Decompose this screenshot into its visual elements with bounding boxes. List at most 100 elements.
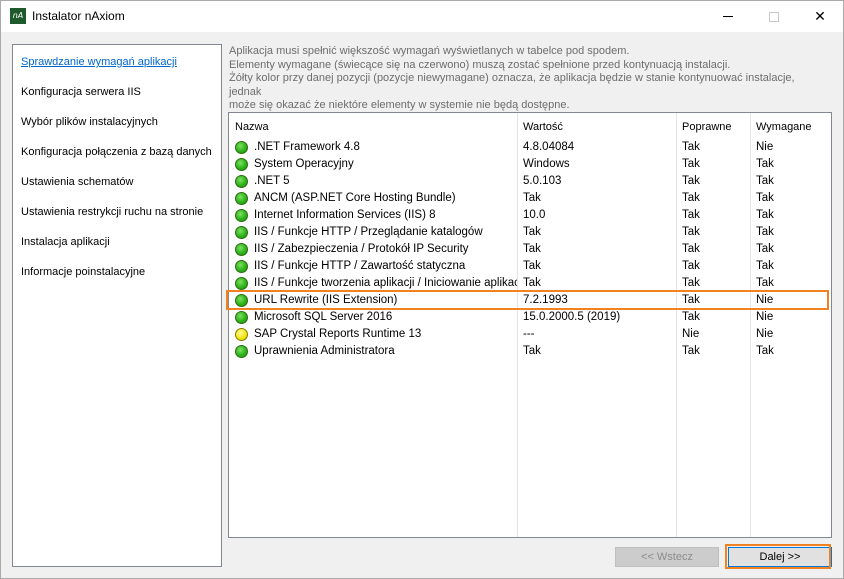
- info-line: Żółty kolor przy danej pozycji (pozycje …: [229, 72, 795, 98]
- table-row[interactable]: Uprawnienia Administratora Tak Tak Tak: [229, 343, 831, 360]
- cell-value-text: 5.0.103: [523, 175, 562, 187]
- cell-correct: Tak: [676, 241, 750, 258]
- status-green-icon: [235, 209, 248, 222]
- table-row[interactable]: Microsoft SQL Server 2016 15.0.2000.5 (20…: [229, 309, 831, 326]
- window-title: Instalator nAxiom: [32, 9, 125, 23]
- cell-correct: Tak: [676, 139, 750, 156]
- cell-correct-text: Tak: [682, 192, 700, 204]
- cell-correct: Tak: [676, 173, 750, 190]
- cell-name-text: Microsoft SQL Server 2016: [254, 311, 393, 323]
- cell-required: Nie: [750, 139, 831, 156]
- cell-required: Tak: [750, 173, 831, 190]
- cell-required: Tak: [750, 241, 831, 258]
- cell-value-text: 4.8.04084: [523, 141, 575, 153]
- cell-name: IIS / Funkcje HTTP / Zawartość statyczna: [229, 258, 517, 275]
- cell-name-text: System Operacyjny: [254, 158, 354, 170]
- installer-window: nA Instalator nAxiom ✕ Sprawdzanie wymag…: [0, 0, 844, 579]
- cell-name-text: IIS / Funkcje tworzenia aplikacji / Inic…: [254, 277, 517, 289]
- table-row[interactable]: IIS / Zabezpieczenia / Protokół IP Secur…: [229, 241, 831, 258]
- cell-correct: Nie: [676, 326, 750, 343]
- table-row[interactable]: URL Rewrite (IIS Extension) 7.2.1993 Tak Ni…: [229, 292, 831, 309]
- cell-required: Tak: [750, 275, 831, 292]
- cell-required-text: Nie: [756, 294, 774, 306]
- cell-value: 7.2.1993: [517, 292, 676, 309]
- cell-value: Windows: [517, 156, 676, 173]
- cell-name-text: URL Rewrite (IIS Extension): [254, 294, 398, 306]
- minimize-button[interactable]: [705, 1, 751, 32]
- status-green-icon: [235, 141, 248, 154]
- cell-correct: Tak: [676, 156, 750, 173]
- cell-correct-text: Tak: [682, 141, 700, 153]
- next-button[interactable]: Dalej >>: [728, 547, 832, 567]
- cell-value-text: ---: [523, 328, 535, 340]
- cell-correct: Tak: [676, 275, 750, 292]
- column-header-required[interactable]: Wymagane: [750, 113, 831, 138]
- cell-name: SAP Crystal Reports Runtime 13: [229, 326, 517, 343]
- column-header-name[interactable]: Nazwa: [229, 113, 517, 138]
- back-button: << Wstecz: [615, 547, 719, 567]
- cell-name-text: Uprawnienia Administratora: [254, 345, 395, 357]
- cell-required: Tak: [750, 190, 831, 207]
- status-green-icon: [235, 345, 248, 358]
- table-row[interactable]: IIS / Funkcje HTTP / Przeglądanie katalo…: [229, 224, 831, 241]
- table-row[interactable]: System Operacyjny Windows Tak Tak: [229, 156, 831, 173]
- sidebar-item-requirements[interactable]: Sprawdzanie wymagań aplikacji: [21, 56, 177, 68]
- cell-value-text: 15.0.2000.5 (2019): [523, 311, 621, 323]
- status-green-icon: [235, 226, 248, 239]
- cell-correct-text: Tak: [682, 277, 700, 289]
- table-row[interactable]: Internet Information Services (IIS) 8 10.…: [229, 207, 831, 224]
- cell-required-text: Tak: [756, 260, 774, 272]
- sidebar-item-iis-config: Konfiguracja serwera IIS: [21, 86, 141, 98]
- cell-value: Tak: [517, 343, 676, 360]
- info-line: Aplikacja musi spełnić większość wymagań…: [229, 45, 630, 57]
- cell-value: Tak: [517, 275, 676, 292]
- cell-correct-text: Tak: [682, 158, 700, 170]
- status-green-icon: [235, 243, 248, 256]
- cell-value-text: Tak: [523, 226, 541, 238]
- cell-name: IIS / Funkcje HTTP / Przeglądanie katalo…: [229, 224, 517, 241]
- cell-correct: Tak: [676, 224, 750, 241]
- column-header-value[interactable]: Wartość: [517, 113, 676, 138]
- title-bar[interactable]: nA Instalator nAxiom ✕: [1, 1, 843, 32]
- cell-value: 15.0.2000.5 (2019): [517, 309, 676, 326]
- cell-required: Nie: [750, 309, 831, 326]
- column-header-correct[interactable]: Poprawne: [676, 113, 750, 138]
- steps-sidebar: Sprawdzanie wymagań aplikacji Konfigurac…: [12, 44, 222, 567]
- cell-value-text: 10.0: [523, 209, 546, 221]
- maximize-button: [751, 1, 797, 32]
- cell-value: Tak: [517, 190, 676, 207]
- cell-correct-text: Tak: [682, 260, 700, 272]
- cell-required-text: Tak: [756, 175, 774, 187]
- cell-value-text: Tak: [523, 260, 541, 272]
- cell-required-text: Tak: [756, 243, 774, 255]
- table-row[interactable]: .NET 5 5.0.103 Tak Tak: [229, 173, 831, 190]
- cell-name-text: IIS / Funkcje HTTP / Zawartość statyczna: [254, 260, 466, 272]
- table-row[interactable]: SAP Crystal Reports Runtime 13 --- Nie Nie: [229, 326, 831, 343]
- cell-correct-text: Tak: [682, 209, 700, 221]
- cell-correct: Tak: [676, 343, 750, 360]
- info-line: Elementy wymagane (świecące się na czerw…: [229, 58, 731, 71]
- cell-required-text: Tak: [756, 209, 774, 221]
- table-row[interactable]: IIS / Funkcje tworzenia aplikacji / Inic…: [229, 275, 831, 292]
- close-button[interactable]: ✕: [797, 1, 843, 32]
- cell-value-text: 7.2.1993: [523, 294, 568, 306]
- cell-name-text: .NET Framework 4.8: [254, 141, 360, 153]
- requirements-table[interactable]: Nazwa Wartość Poprawne Wymagane .NET Fra…: [228, 112, 832, 538]
- cell-required-text: Nie: [756, 328, 774, 340]
- cell-correct-text: Tak: [682, 226, 700, 238]
- cell-name-text: IIS / Zabezpieczenia / Protokół IP Secur…: [254, 243, 469, 255]
- status-green-icon: [235, 260, 248, 273]
- cell-correct-text: Tak: [682, 294, 700, 306]
- requirements-info-text: Aplikacja musi spełnić większość wymagań…: [229, 45, 829, 113]
- table-row[interactable]: IIS / Funkcje HTTP / Zawartość statyczna…: [229, 258, 831, 275]
- cell-name: .NET Framework 4.8: [229, 139, 517, 156]
- sidebar-item-traffic-restrictions: Ustawienia restrykcji ruchu na stronie: [21, 206, 204, 218]
- table-row[interactable]: ANCM (ASP.NET Core Hosting Bundle) Tak Tak…: [229, 190, 831, 207]
- cell-correct: Tak: [676, 207, 750, 224]
- cell-value: 4.8.04084: [517, 139, 676, 156]
- cell-value: 10.0: [517, 207, 676, 224]
- cell-value: Tak: [517, 258, 676, 275]
- status-green-icon: [235, 311, 248, 324]
- table-row[interactable]: .NET Framework 4.8 4.8.04084 Tak Nie: [229, 139, 831, 156]
- cell-correct-text: Tak: [682, 345, 700, 357]
